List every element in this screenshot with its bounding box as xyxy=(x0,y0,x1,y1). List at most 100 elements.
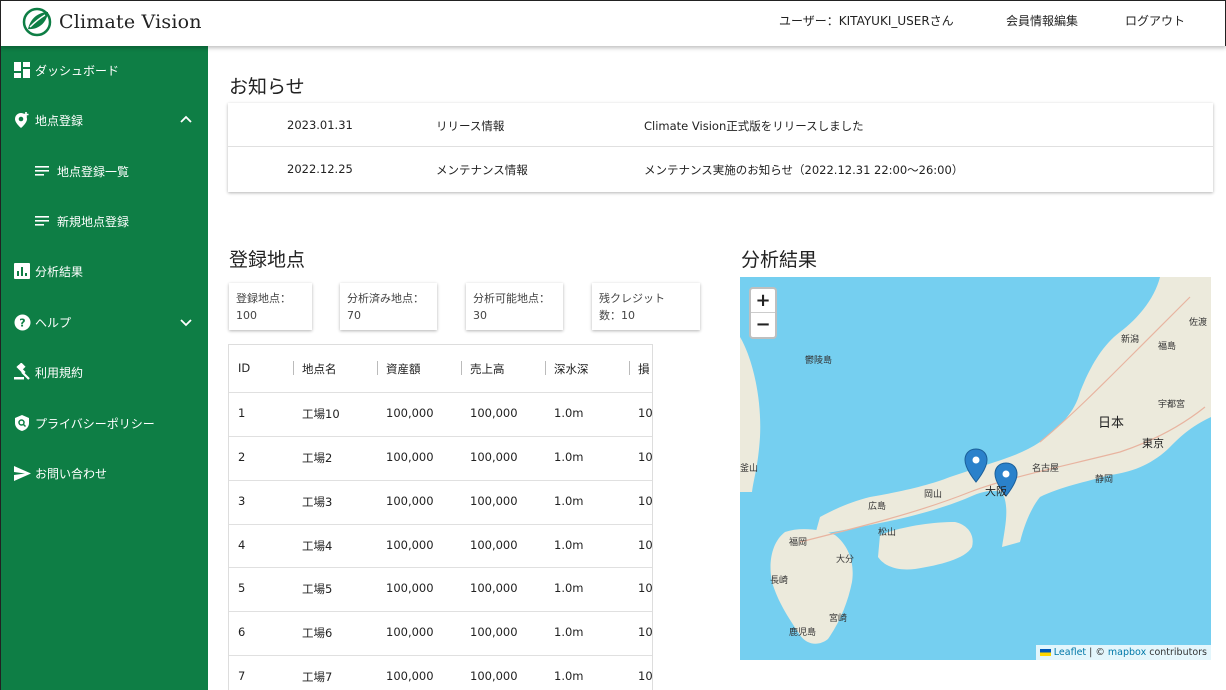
column-separator[interactable] xyxy=(377,361,378,375)
leaflet-link[interactable]: Leaflet xyxy=(1054,647,1086,658)
row-divider xyxy=(229,655,652,656)
chart-icon xyxy=(13,262,31,280)
cell-id: 2 xyxy=(238,450,246,464)
help-icon: ? xyxy=(13,313,31,331)
news-date: 2022.12.25 xyxy=(287,162,353,176)
row-divider xyxy=(229,480,652,481)
ukraine-flag-icon xyxy=(1039,649,1051,656)
map-label: 福島 xyxy=(1158,342,1177,352)
logout-link[interactable]: ログアウト xyxy=(1125,12,1185,29)
map-label: 日本 xyxy=(1098,416,1125,431)
news-title: お知らせ xyxy=(229,76,305,98)
sites-title: 登録地点 xyxy=(229,249,306,271)
chevron-down-icon xyxy=(180,319,192,327)
cell-depth: 1.0m xyxy=(554,494,584,508)
sidebar-item-label: ダッシュボード xyxy=(35,63,120,78)
stat-analyzable: 分析可能地点： 30 xyxy=(466,283,563,330)
map-label: 長崎 xyxy=(770,576,789,586)
mapbox-link[interactable]: mapbox xyxy=(1108,647,1146,658)
cell-sales: 100,000 xyxy=(470,625,518,639)
cell-sales: 100,000 xyxy=(470,450,518,464)
row-divider xyxy=(229,436,652,437)
list-icon xyxy=(33,162,51,180)
sidebar-item-contact[interactable]: お問い合わせ xyxy=(1,453,209,493)
sidebar-item-site-list[interactable]: 地点登録一覧 xyxy=(1,151,209,191)
cell-id: 7 xyxy=(238,669,246,683)
profile-edit-link[interactable]: 会員情報編集 xyxy=(1006,12,1078,29)
cell-assets: 100,000 xyxy=(386,669,434,683)
cell-name: 工場2 xyxy=(302,451,333,465)
sidebar-item-dashboard[interactable]: ダッシュボード xyxy=(1,50,209,90)
cell-name: 工場6 xyxy=(302,626,333,640)
leaf-logo-icon xyxy=(22,7,52,37)
sidebar-item-help[interactable]: ? ヘルプ xyxy=(1,302,209,342)
column-header-assets[interactable]: 資産額 xyxy=(386,361,421,377)
cell-loss: 10 xyxy=(638,669,653,683)
column-header-id[interactable]: ID xyxy=(238,361,250,375)
sidebar: ダッシュボード 地点登録 地点登録一覧 新規地点登録 分析結果 ? ヘルプ 利用… xyxy=(0,46,208,690)
cell-sales: 100,000 xyxy=(470,494,518,508)
stat-value: 70 xyxy=(347,309,361,322)
news-category: リリース情報 xyxy=(436,119,505,133)
map-label: 福岡 xyxy=(789,538,808,548)
map-label: 松山 xyxy=(878,528,897,538)
app-logo[interactable]: Climate Vision xyxy=(21,6,202,38)
sidebar-item-label: 利用規約 xyxy=(35,365,84,380)
stat-registered: 登録地点： 100 xyxy=(229,283,312,330)
sidebar-item-terms[interactable]: 利用規約 xyxy=(1,352,209,392)
zoom-out-button[interactable]: − xyxy=(751,313,775,337)
sidebar-item-site-registration[interactable]: 地点登録 xyxy=(1,100,209,140)
sidebar-item-label: 新規地点登録 xyxy=(57,214,130,229)
list-icon xyxy=(33,212,51,230)
news-text: Climate Vision正式版をリリースしました xyxy=(644,119,864,133)
sites-table: ID 地点名 資産額 売上高 深水深 損 1 工場10 100,000 100,… xyxy=(228,344,653,690)
map-label: 岡山 xyxy=(924,490,943,500)
column-separator[interactable] xyxy=(293,361,294,375)
column-header-depth[interactable]: 深水深 xyxy=(554,361,589,377)
column-separator[interactable] xyxy=(461,361,462,375)
stat-label: 分析可能地点： xyxy=(473,292,550,305)
zoom-in-button[interactable]: + xyxy=(751,289,775,313)
cell-depth: 1.0m xyxy=(554,406,584,420)
cell-name: 工場7 xyxy=(302,670,333,684)
analysis-map[interactable]: 新潟 佐渡 福島 宇都宮 鬱陵島 日本 東京 名古屋 静岡 釜山 岡山 大阪 広… xyxy=(740,277,1211,660)
map-label: 鹿児島 xyxy=(789,628,817,638)
column-header-sales[interactable]: 売上高 xyxy=(470,361,505,377)
map-label: 宇都宮 xyxy=(1158,400,1186,410)
map-label: 大分 xyxy=(836,555,855,565)
sidebar-item-label: 地点登録一覧 xyxy=(57,164,130,179)
column-separator[interactable] xyxy=(545,361,546,375)
cell-name: 工場10 xyxy=(302,407,340,421)
sidebar-item-analysis[interactable]: 分析結果 xyxy=(1,251,209,291)
send-icon xyxy=(13,464,31,482)
stat-value: 30 xyxy=(473,309,487,322)
cell-id: 4 xyxy=(238,538,246,552)
cell-assets: 100,000 xyxy=(386,406,434,420)
map-land xyxy=(740,277,1211,644)
cell-id: 6 xyxy=(238,625,246,639)
news-row[interactable]: 2023.01.31 リリース情報 Climate Vision正式版をリリース… xyxy=(228,103,1213,147)
dashboard-icon xyxy=(13,61,31,79)
cell-depth: 1.0m xyxy=(554,581,584,595)
column-header-loss[interactable]: 損 xyxy=(638,361,650,377)
add-location-icon xyxy=(13,111,31,129)
cell-assets: 100,000 xyxy=(386,450,434,464)
cell-loss: 10 xyxy=(638,581,653,595)
sidebar-item-label: 分析結果 xyxy=(35,264,84,279)
cell-name: 工場4 xyxy=(302,539,333,553)
cell-sales: 100,000 xyxy=(470,406,518,420)
stat-value: 数：10 xyxy=(599,309,635,322)
map-label: 新潟 xyxy=(1121,335,1140,345)
column-header-name[interactable]: 地点名 xyxy=(302,361,337,377)
row-divider xyxy=(229,611,652,612)
sidebar-item-new-site[interactable]: 新規地点登録 xyxy=(1,201,209,241)
sidebar-item-label: プライバシーポリシー xyxy=(35,416,155,431)
attribution-contributors: contributors xyxy=(1146,647,1207,658)
column-separator[interactable] xyxy=(629,361,630,375)
news-row[interactable]: 2022.12.25 メンテナンス情報 メンテナンス実施のお知らせ（2022.1… xyxy=(228,147,1213,191)
privacy-icon xyxy=(13,414,31,432)
map-attribution: Leaflet | © mapbox contributors xyxy=(1035,645,1211,660)
cell-id: 3 xyxy=(238,494,246,508)
sidebar-item-label: ヘルプ xyxy=(35,315,72,330)
sidebar-item-privacy[interactable]: プライバシーポリシー xyxy=(1,403,209,443)
